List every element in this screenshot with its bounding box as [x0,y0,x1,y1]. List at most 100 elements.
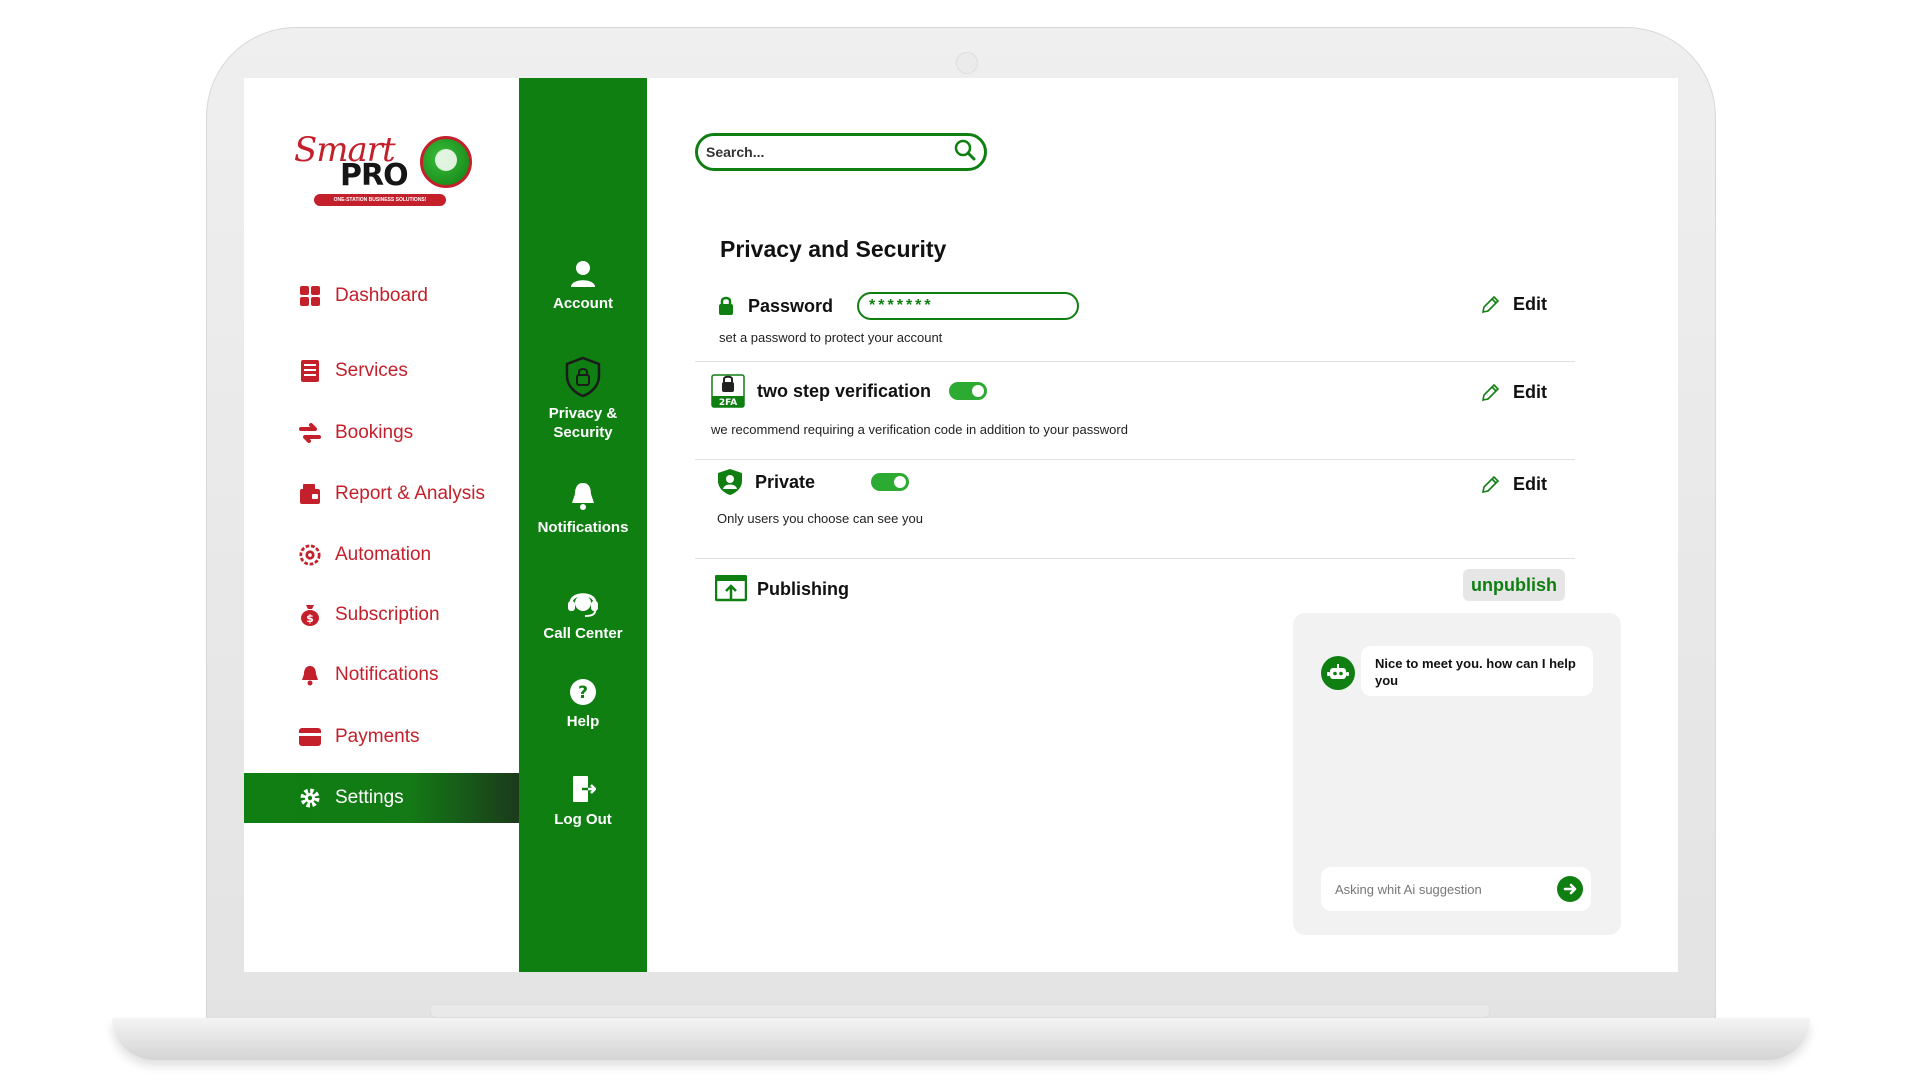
logo-tagline: ONE-STATION BUSINESS SOLUTIONS! [314,194,446,206]
two-factor-badge: 2FA [719,398,737,408]
edit-label: Edit [1513,294,1547,314]
rail-item-label: Privacy & Security [548,405,618,441]
laptop-notch [430,1004,1490,1018]
publishing-label: Publishing [757,578,849,599]
password-field[interactable]: ******* [857,292,1080,320]
services-list-icon [299,360,321,382]
automation-gear-icon [299,544,321,566]
edit-label: Edit [1513,474,1547,494]
password-label: Password [748,295,834,316]
sidebar-item-automation[interactable]: Automation [244,530,519,580]
user-shield-icon [717,468,743,496]
bookings-arrows-icon [299,422,321,444]
rail-item-label: Log Out [554,811,612,828]
report-wallet-icon [299,483,321,505]
sidebar-item-dashboard[interactable]: Dashboard [244,271,519,321]
pencil-icon [1481,383,1499,402]
robot-icon [1327,664,1349,679]
settings-rail: Account Privacy & Security Notifications… [519,78,647,972]
shield-lock-icon [519,356,647,398]
password-description: set a password to protect your account [719,330,943,345]
private-edit-button[interactable]: Edit [1481,474,1547,495]
logo: Smart PRO ONE-STATION BUSINESS SOLUTIONS… [294,128,474,210]
chat-input[interactable] [1335,881,1557,897]
row-divider [695,361,1575,362]
sidebar-item-label: Report & Analysis [335,483,485,504]
private-label: Private [755,471,816,492]
edit-label: Edit [1513,382,1547,402]
bot-avatar [1321,656,1355,690]
two-step-edit-button[interactable]: Edit [1481,382,1547,403]
publishing-row-head: Publishing [715,575,849,603]
logo-bold-text: PRO [340,158,409,193]
search-icon[interactable] [954,139,976,166]
sidebar-item-label: Bookings [335,422,414,443]
lock-icon [718,296,734,316]
page-title: Privacy and Security [720,236,947,262]
two-factor-lock-icon: 2FA [711,374,745,408]
dashboard-grid-icon [299,285,321,307]
logo-ball-icon [420,136,472,188]
svg-text:?: ? [578,683,588,703]
sidebar-item-settings[interactable]: Settings [244,773,519,823]
publish-upload-icon [715,575,747,603]
laptop-base [112,1018,1810,1060]
card-icon [299,726,321,748]
sidebar-item-label: Dashboard [335,285,428,306]
send-button[interactable] [1557,876,1583,902]
sidebar-item-label: Subscription [335,604,440,625]
rail-item-call-center[interactable]: Call Center [519,586,647,643]
ai-chat-panel: Nice to meet you. how can I help you [1293,613,1621,935]
bell-icon [519,480,647,512]
sidebar: Smart PRO ONE-STATION BUSINESS SOLUTIONS… [244,78,519,972]
sidebar-item-label: Payments [335,726,420,747]
publishing-row: Publishing unpublish [695,559,1575,619]
money-bag-icon: $ [299,604,321,626]
svg-text:$: $ [306,612,314,625]
two-step-row-head: 2FA two step verification [711,374,988,408]
sidebar-item-report-analysis[interactable]: Report & Analysis [244,469,519,519]
rail-item-label: Call Center [543,625,623,642]
rail-item-label: Account [553,295,613,312]
question-icon: ? [519,678,647,706]
bell-icon [299,664,321,686]
rail-item-notifications[interactable]: Notifications [519,480,647,537]
sidebar-item-services[interactable]: Services [244,346,519,396]
user-icon [519,260,647,288]
sidebar-item-payments[interactable]: Payments [244,712,519,762]
sidebar-item-label: Services [335,360,408,381]
gear-icon [299,787,321,809]
rail-item-label: Help [566,713,600,730]
main-content: Privacy and Security Password ******* se… [647,78,1678,972]
two-step-toggle[interactable] [949,382,988,400]
rail-item-account[interactable]: Account [519,260,647,313]
two-step-label: two step verification [757,380,932,401]
rail-item-log-out[interactable]: Log Out [519,774,647,829]
headset-icon [519,586,647,618]
password-row-head: Password ******* [718,292,1080,320]
rail-item-help[interactable]: ? Help [519,678,647,731]
logout-icon [519,774,647,804]
two-step-description: we recommend requiring a verification co… [711,422,1128,437]
sidebar-item-notifications[interactable]: Notifications [244,650,519,700]
private-description: Only users you choose can see you [717,511,923,526]
search-box[interactable] [695,133,987,171]
arrow-right-icon [1563,883,1577,895]
rail-item-privacy-security[interactable]: Privacy & Security [519,356,647,442]
sidebar-item-label: Automation [335,544,432,565]
chat-input-box[interactable] [1321,867,1591,911]
pencil-icon [1481,475,1499,494]
pencil-icon [1481,295,1499,314]
private-toggle[interactable] [871,473,910,491]
private-row-head: Private [717,468,910,496]
sidebar-item-label: Notifications [335,664,439,685]
password-row: Password ******* set a password to prote… [695,292,1575,362]
sidebar-item-subscription[interactable]: $ Subscription [244,590,519,640]
unpublish-button[interactable]: unpublish [1463,569,1565,601]
search-input[interactable] [706,144,954,160]
bot-message-bubble: Nice to meet you. how can I help you [1361,646,1593,696]
password-edit-button[interactable]: Edit [1481,294,1547,315]
private-row: Private Only users you choose can see yo… [695,468,1575,559]
sidebar-item-bookings[interactable]: Bookings [244,408,519,458]
camera-dot [956,52,978,74]
